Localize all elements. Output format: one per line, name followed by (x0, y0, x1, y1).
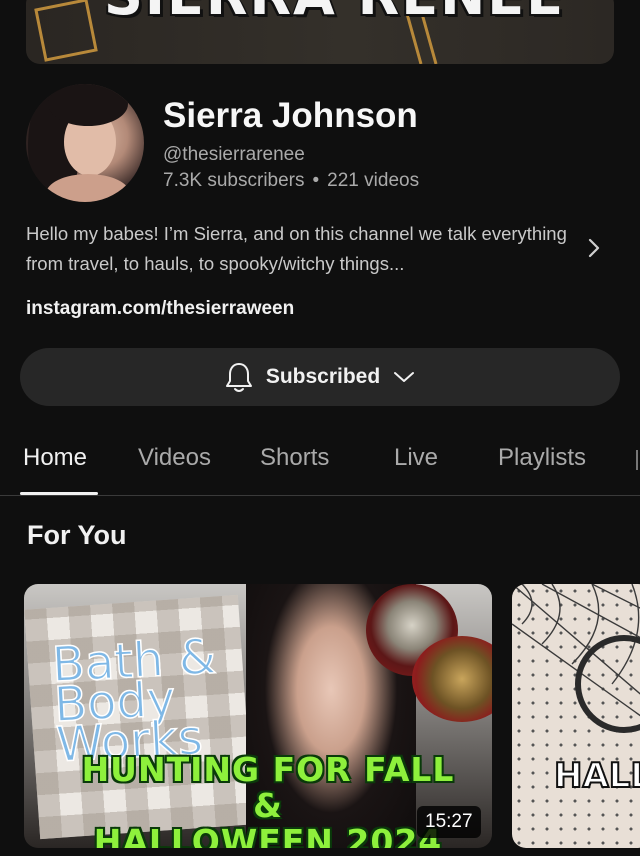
banner-title: SIERRA RENEE (104, 0, 565, 27)
chevron-right-icon[interactable] (584, 236, 604, 260)
tab-playlists[interactable]: Playlists (498, 444, 586, 472)
video-count: 221 videos (327, 170, 420, 191)
video-thumbnail-2[interactable]: HALL A (512, 584, 640, 848)
channel-avatar[interactable] (26, 84, 144, 202)
channel-handle: @thesierrarenee (163, 144, 305, 165)
thumbnail-2-text: HALL A (553, 755, 640, 797)
channel-link[interactable]: instagram.com/thesierraween (26, 298, 294, 320)
tab-videos[interactable]: Videos (138, 444, 211, 472)
spiderweb-graphic (512, 584, 640, 733)
chevron-down-icon (394, 372, 415, 382)
stats-separator: • (312, 170, 320, 191)
video-duration: 15:27 (417, 806, 481, 838)
thumbnail-headline-line1: HUNTING FOR FALL & (81, 750, 455, 825)
thumbnail-brand-text: Bath & Body Works (50, 628, 218, 774)
section-title: For You (27, 520, 127, 550)
thumbnail-headline: HUNTING FOR FALL & HALLOWEEN 2024 LEAKS (68, 750, 468, 849)
channel-description[interactable]: Hello my babes! I’m Sierra, and on this … (26, 219, 586, 279)
active-tab-indicator (20, 492, 98, 495)
bell-icon (225, 363, 252, 392)
channel-banner[interactable]: SIERRA RENEE (26, 0, 614, 64)
subscribed-button[interactable]: Subscribed (20, 348, 620, 406)
channel-name: Sierra Johnson (163, 96, 418, 135)
tab-live[interactable]: Live (394, 444, 438, 472)
channel-stats: 7.3K subscribers • 221 videos (163, 170, 419, 192)
subscriber-count: 7.3K subscribers (163, 170, 305, 191)
tab-overflow-indicator (636, 450, 640, 470)
subscribed-label: Subscribed (265, 365, 381, 388)
channel-tabs: Home Videos Shorts Live Playlists (0, 440, 640, 496)
tab-shorts[interactable]: Shorts (260, 444, 329, 472)
tab-home[interactable]: Home (23, 444, 87, 472)
avatar-portrait (28, 84, 130, 202)
thumbnail-headline-line2: HALLOWEEN 2024 LEAKS (93, 822, 443, 849)
